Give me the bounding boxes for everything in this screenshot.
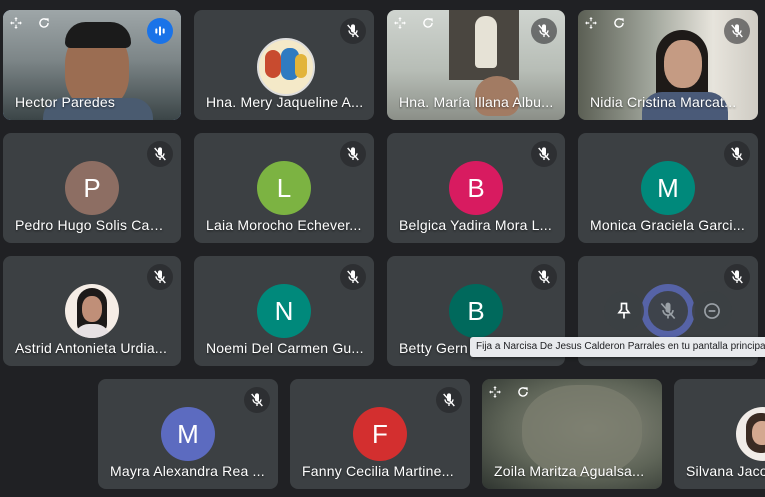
participant-name: Hna. Mery Jaqueline A... [206, 94, 364, 110]
tile-mayra-alexandra[interactable]: M Mayra Alexandra Rea ... [98, 379, 278, 489]
participant-name: Fanny Cecilia Martine... [302, 463, 454, 479]
mic-off-icon [724, 264, 750, 290]
participant-name: Zoila Maritza Agualsa... [494, 463, 645, 479]
video-face [664, 40, 702, 88]
move-icon[interactable] [486, 383, 504, 401]
avatar-image [736, 407, 765, 461]
avatar: F [353, 407, 407, 461]
participant-name: Noemi Del Carmen Gu... [206, 340, 364, 356]
participant-name: Belgica Yadira Mora L... [399, 217, 552, 233]
participant-name: Hna. María Illana Albu... [399, 94, 554, 110]
participant-name: Pedro Hugo Solis Cam... [15, 217, 171, 233]
participant-name: Monica Graciela Garci... [590, 217, 745, 233]
tile-pedro-hugo[interactable]: P Pedro Hugo Solis Cam... [3, 133, 181, 243]
tile-belgica-yadira[interactable]: B Belgica Yadira Mora L... [387, 133, 565, 243]
mic-off-icon[interactable] [648, 291, 688, 331]
participant-name: Mayra Alexandra Rea ... [110, 463, 265, 479]
mic-off-icon [531, 18, 557, 44]
move-icon[interactable] [7, 14, 25, 32]
pin-tooltip: Fija a Narcisa De Jesus Calderon Parrale… [470, 337, 765, 357]
mic-off-icon [244, 387, 270, 413]
avatar: B [449, 284, 503, 338]
tile-fanny-cecilia[interactable]: F Fanny Cecilia Martine... [290, 379, 470, 489]
mic-off-icon [340, 141, 366, 167]
refresh-icon[interactable] [419, 14, 437, 32]
tile-hector-paredes[interactable]: Hector Paredes [3, 10, 181, 120]
mic-off-icon [531, 264, 557, 290]
refresh-icon[interactable] [514, 383, 532, 401]
mic-off-icon [724, 141, 750, 167]
avatar: M [641, 161, 695, 215]
mic-off-icon [340, 18, 366, 44]
move-icon[interactable] [391, 14, 409, 32]
mic-off-icon [147, 141, 173, 167]
tile-mery-jaqueline[interactable]: Hna. Mery Jaqueline A... [194, 10, 374, 120]
mic-off-icon [436, 387, 462, 413]
speaking-indicator-icon [147, 18, 173, 44]
tile-monica-graciela[interactable]: M Monica Graciela Garci... [578, 133, 758, 243]
avatar: N [257, 284, 311, 338]
participant-name: Silvana Jaco [686, 463, 765, 479]
avatar: B [449, 161, 503, 215]
mic-off-icon [531, 141, 557, 167]
avatar-image [65, 284, 119, 338]
tile-noemi-del-carmen[interactable]: N Noemi Del Carmen Gu... [194, 256, 374, 366]
refresh-icon[interactable] [35, 14, 53, 32]
tile-maria-illana[interactable]: Hna. María Illana Albu... [387, 10, 565, 120]
video-figure [475, 16, 497, 68]
tile-nidia-cristina[interactable]: Nidia Cristina Marcat... [578, 10, 758, 120]
tile-silvana[interactable]: Silvana Jaco [674, 379, 765, 489]
video-hair [65, 22, 131, 48]
tile-zoila-maritza[interactable]: Zoila Maritza Agualsa... [482, 379, 662, 489]
tile-laia-morocho[interactable]: L Laia Morocho Echever... [194, 133, 374, 243]
participant-name: Nidia Cristina Marcat... [590, 94, 737, 110]
pin-icon[interactable] [604, 291, 644, 331]
mic-off-icon [147, 264, 173, 290]
mic-off-icon [340, 264, 366, 290]
participant-name: Hector Paredes [15, 94, 116, 110]
avatar: P [65, 161, 119, 215]
participant-name: Laia Morocho Echever... [206, 217, 362, 233]
avatar-image [257, 38, 315, 96]
remove-icon[interactable] [692, 291, 732, 331]
tile-astrid-antonieta[interactable]: Astrid Antonieta Urdia... [3, 256, 181, 366]
mic-off-icon [724, 18, 750, 44]
participant-name: Astrid Antonieta Urdia... [15, 340, 168, 356]
move-icon[interactable] [582, 14, 600, 32]
avatar: M [161, 407, 215, 461]
refresh-icon[interactable] [610, 14, 628, 32]
avatar: L [257, 161, 311, 215]
